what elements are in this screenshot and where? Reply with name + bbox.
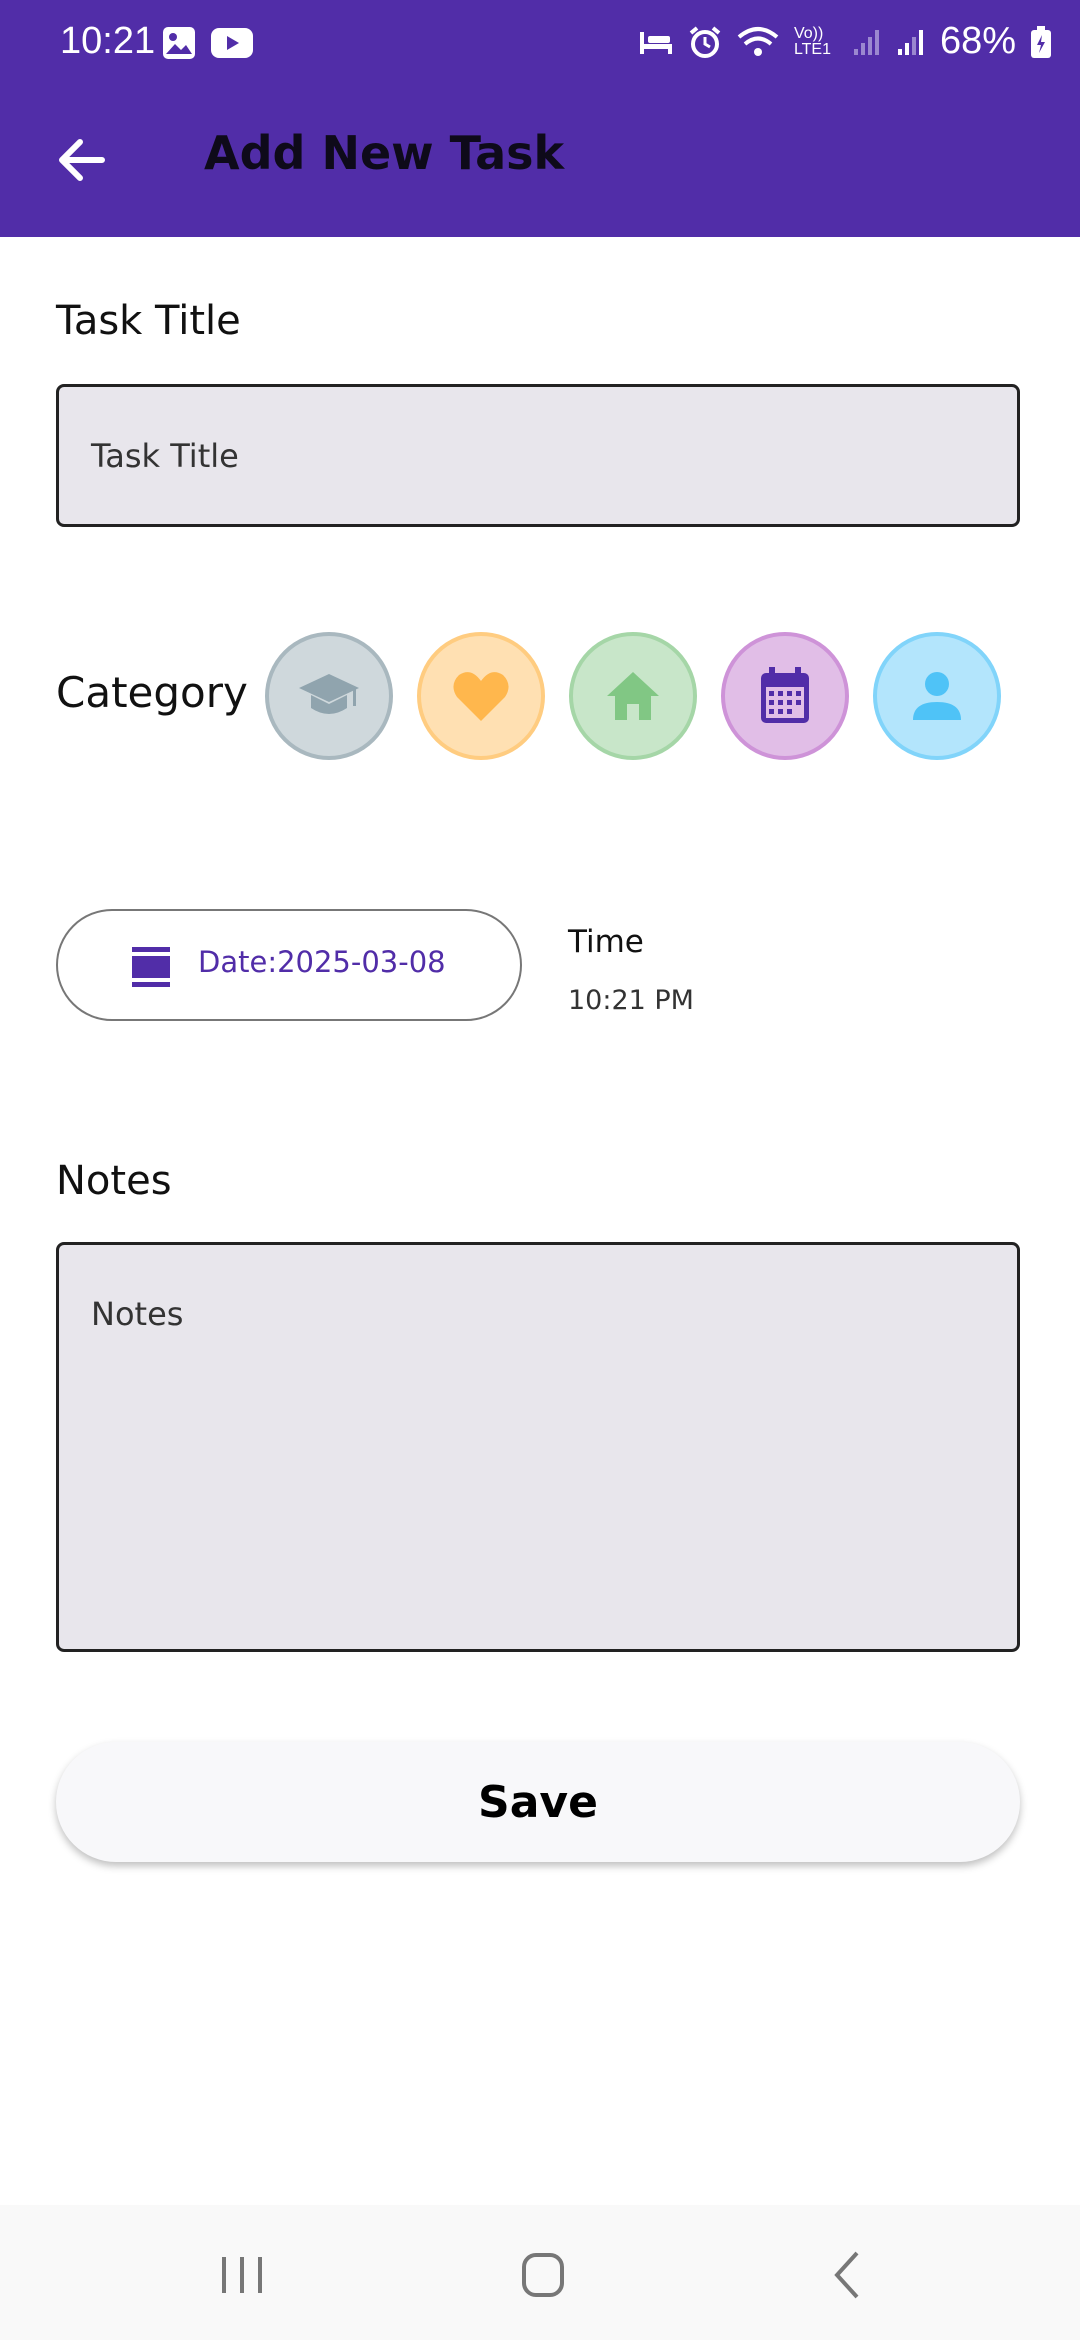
category-label: Category xyxy=(56,668,248,717)
task-title-placeholder: Task Title xyxy=(91,437,239,475)
date-label: Date:2025-03-08 xyxy=(198,945,446,979)
system-nav-bar xyxy=(0,2205,1080,2340)
notes-input[interactable]: Notes xyxy=(56,1242,1020,1652)
notes-placeholder: Notes xyxy=(91,1295,184,1333)
battery-percentage: 68% xyxy=(939,20,1016,62)
back-arrow-icon[interactable] xyxy=(52,130,112,190)
page-title: Add New Task xyxy=(204,126,565,180)
network-type-label: Vo)) LTE1 xyxy=(793,24,831,58)
recent-apps-icon[interactable] xyxy=(202,2245,282,2305)
graduation-cap-icon xyxy=(299,674,359,714)
gallery-icon xyxy=(163,27,195,59)
time-value[interactable]: 10:21 PM xyxy=(568,985,694,1016)
time-label[interactable]: Time xyxy=(568,924,644,960)
signal-strength-icon xyxy=(853,29,879,55)
calendar-view-icon xyxy=(132,947,170,987)
task-title-input[interactable]: Task Title xyxy=(56,384,1020,527)
notes-label: Notes xyxy=(56,1158,172,1204)
category-home-button[interactable] xyxy=(569,632,697,760)
calendar-icon xyxy=(761,667,809,723)
category-event-button[interactable] xyxy=(721,632,849,760)
status-system-icons: Vo)) LTE1 68% xyxy=(638,20,1052,63)
signal-strength-icon-2 xyxy=(897,29,923,55)
sleep-mode-icon xyxy=(639,31,672,54)
category-health-button[interactable] xyxy=(417,632,545,760)
save-button[interactable]: Save xyxy=(56,1742,1020,1862)
youtube-icon xyxy=(211,28,253,58)
alarm-icon xyxy=(689,25,721,58)
app-bar: Add New Task xyxy=(0,88,1080,237)
date-picker-button[interactable]: Date:2025-03-08 xyxy=(56,909,522,1021)
status-bar: 10:21 Vo)) LTE1 68% xyxy=(0,0,1080,88)
home-nav-icon[interactable] xyxy=(503,2245,583,2305)
home-icon xyxy=(607,672,659,720)
category-study-button[interactable] xyxy=(265,632,393,760)
status-notification-icons xyxy=(162,26,254,60)
person-icon xyxy=(913,672,961,720)
battery-icon xyxy=(1031,25,1051,58)
wifi-icon xyxy=(737,26,779,56)
task-title-label: Task Title xyxy=(56,298,241,344)
back-nav-icon[interactable] xyxy=(807,2245,887,2305)
heart-icon xyxy=(453,672,509,721)
category-personal-button[interactable] xyxy=(873,632,1001,760)
status-time: 10:21 xyxy=(60,20,156,62)
